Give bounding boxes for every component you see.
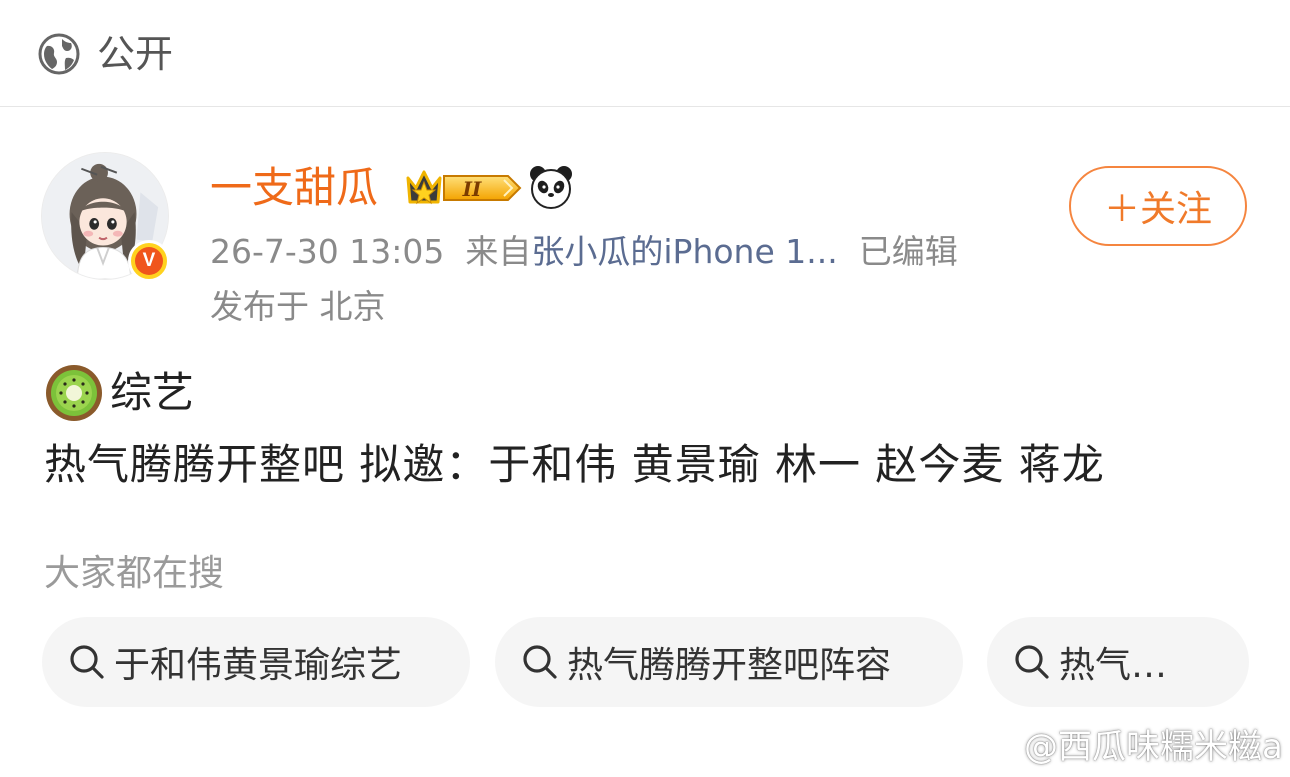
username[interactable]: 一支甜瓜 — [210, 162, 378, 214]
edited-label[interactable]: 已编辑 — [859, 232, 958, 271]
globe-icon — [38, 33, 80, 75]
search-chip-label: 热气… — [1059, 645, 1168, 686]
search-chip[interactable]: 热气腾腾开整吧阵容 — [495, 617, 963, 707]
search-chip-label: 于和伟黄景瑜综艺 — [114, 645, 403, 686]
visibility-label: 公开 — [97, 32, 174, 76]
source-prefix: 来自 — [465, 232, 532, 271]
topic-label: 综艺 — [110, 368, 195, 417]
follow-button[interactable]: ＋关注 — [1069, 166, 1247, 246]
post-datetime: 26-7-30 13:05 — [210, 232, 445, 271]
verified-badge: V — [128, 240, 170, 282]
watermark-text: @西瓜味糯米糍a — [1024, 727, 1283, 767]
panda-icon — [530, 166, 572, 209]
weibo-logo-icon — [964, 729, 1016, 768]
search-icon — [70, 645, 104, 679]
watermark: @西瓜味糯米糍a — [962, 722, 1283, 772]
search-chip-label: 热气腾腾开整吧阵容 — [567, 645, 892, 686]
post-meta: 26-7-30 13:05 来自张小瓜的iPhone 1... 已编辑 — [210, 230, 958, 274]
search-chip[interactable]: 于和伟黄景瑜综艺 — [42, 617, 470, 707]
search-section-title: 大家都在搜 — [44, 553, 225, 594]
badge-level-text: II — [462, 177, 482, 201]
post-content: 热气腾腾开整吧 拟邀：于和伟 黄景瑜 林一 赵今麦 蒋龙 — [44, 440, 1105, 489]
post-location: 发布于 北京 — [210, 287, 386, 326]
verified-v-icon: V — [135, 247, 163, 275]
device-link[interactable]: 张小瓜的iPhone 1... — [531, 232, 837, 271]
kiwi-icon — [46, 365, 102, 421]
search-chips: 于和伟黄景瑜综艺 热气腾腾开整吧阵容 热气… — [42, 617, 1290, 707]
search-icon — [523, 645, 557, 679]
search-chip[interactable]: 热气… — [987, 617, 1249, 707]
search-icon — [1015, 645, 1049, 679]
visibility-bar[interactable]: 公开 — [0, 0, 1290, 107]
crown-level-badge-icon: II — [406, 170, 522, 205]
topic-line: 综艺 — [44, 364, 194, 422]
